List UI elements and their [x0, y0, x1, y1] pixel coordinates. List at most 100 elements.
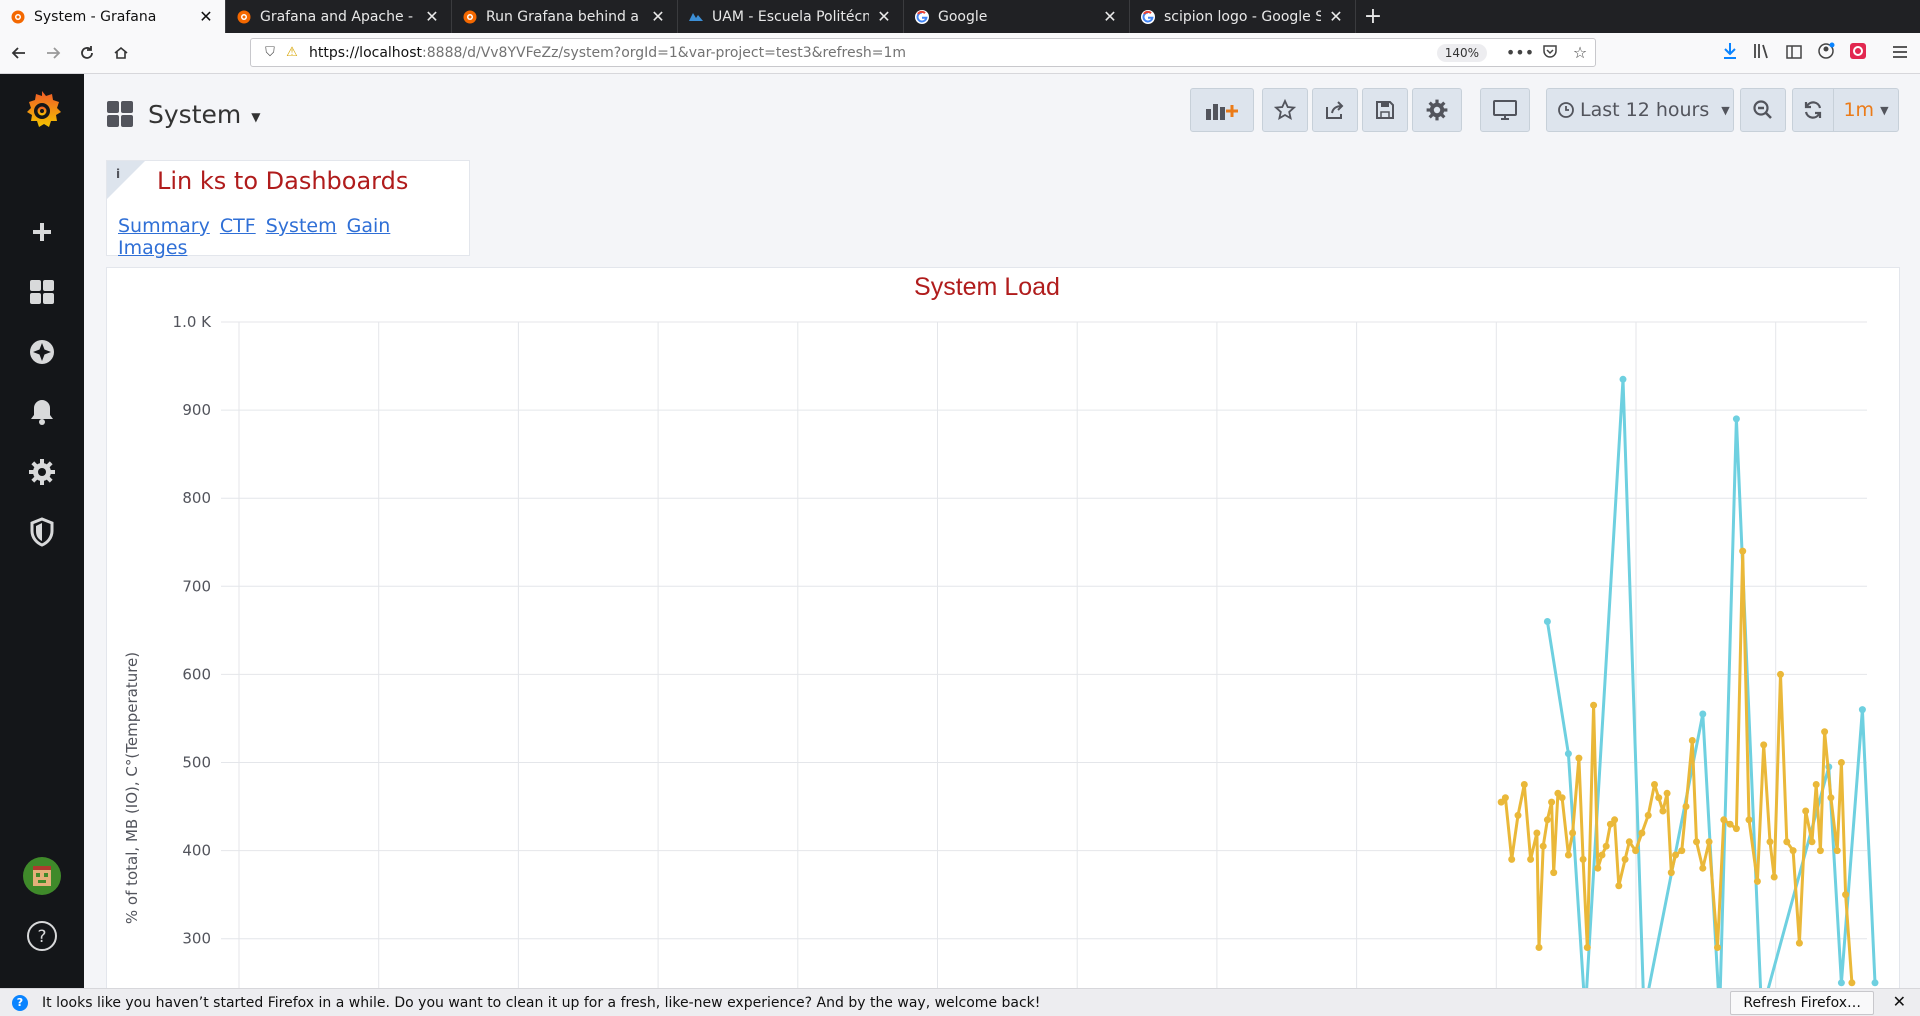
browser-tab[interactable]: Grafana and Apache - Su ✕	[226, 0, 452, 33]
new-tab-icon[interactable]: +	[1356, 0, 1390, 33]
caret-down-icon[interactable]: ▼	[251, 110, 260, 124]
data-point[interactable]	[1789, 847, 1797, 855]
data-point[interactable]	[1543, 816, 1551, 824]
data-point[interactable]	[1842, 891, 1850, 899]
close-tab-icon[interactable]: ✕	[649, 7, 667, 26]
data-point[interactable]	[1611, 816, 1619, 824]
pocket-icon[interactable]	[1535, 43, 1565, 63]
refresh-firefox-button[interactable]: Refresh Firefox…	[1730, 991, 1874, 1015]
data-point[interactable]	[1720, 816, 1728, 824]
data-point[interactable]	[1638, 829, 1646, 837]
bookmark-star-icon[interactable]: ☆	[1565, 43, 1595, 62]
back-icon[interactable]	[2, 37, 36, 69]
browser-tab[interactable]: System - Grafana ✕	[0, 0, 226, 33]
close-tab-icon[interactable]: ✕	[1101, 7, 1119, 26]
panel-info-corner[interactable]	[107, 161, 145, 199]
data-point[interactable]	[1837, 759, 1845, 766]
dashboard-picker[interactable]: System ▼	[106, 94, 260, 134]
data-point[interactable]	[1579, 855, 1587, 863]
data-point[interactable]	[1848, 979, 1856, 987]
share-dashboard-button[interactable]	[1312, 88, 1358, 132]
browser-tab[interactable]: Run Grafana behind a re ✕	[452, 0, 678, 33]
dashboards-icon[interactable]	[22, 272, 62, 312]
data-point[interactable]	[1535, 944, 1543, 951]
data-point[interactable]	[1821, 728, 1829, 736]
data-point[interactable]	[1520, 781, 1528, 788]
data-point[interactable]	[1632, 847, 1640, 855]
forward-icon[interactable]	[36, 37, 70, 69]
series-line[interactable]	[1500, 549, 1854, 983]
data-point[interactable]	[1783, 838, 1791, 846]
close-tab-icon[interactable]: ✕	[875, 7, 893, 26]
dashboard-title[interactable]: System	[148, 100, 241, 129]
data-point[interactable]	[1659, 807, 1667, 815]
account-icon[interactable]	[1810, 42, 1842, 64]
data-point[interactable]	[1705, 838, 1713, 846]
data-point[interactable]	[1699, 710, 1707, 718]
data-point[interactable]	[1816, 847, 1824, 855]
data-point[interactable]	[1688, 737, 1696, 744]
caret-down-icon[interactable]: ▼	[1721, 104, 1729, 117]
data-point[interactable]	[1558, 794, 1566, 802]
data-point[interactable]	[1726, 820, 1734, 828]
data-point[interactable]	[1871, 979, 1879, 987]
info-icon[interactable]: i	[116, 167, 120, 181]
downloads-icon[interactable]	[1714, 42, 1746, 64]
extension-icon[interactable]	[1842, 42, 1874, 64]
data-point[interactable]	[1594, 864, 1602, 872]
link-system[interactable]: System	[266, 215, 337, 237]
data-point[interactable]	[1663, 789, 1671, 797]
data-point[interactable]	[1770, 873, 1778, 881]
data-point[interactable]	[1539, 842, 1547, 850]
link-gain[interactable]: Gain	[347, 215, 391, 237]
data-point[interactable]	[1837, 979, 1845, 987]
data-point[interactable]	[1621, 855, 1629, 863]
data-point[interactable]	[1602, 842, 1610, 850]
data-point[interactable]	[1583, 944, 1591, 951]
tracking-shield-icon[interactable]: ⛉	[259, 45, 281, 60]
data-point[interactable]	[1625, 838, 1633, 846]
sidebar-toggle-icon[interactable]	[1778, 44, 1810, 63]
data-point[interactable]	[1802, 807, 1810, 815]
link-summary[interactable]: Summary	[118, 215, 210, 237]
data-point[interactable]	[1812, 781, 1820, 788]
save-dashboard-button[interactable]	[1362, 88, 1408, 132]
data-point[interactable]	[1745, 816, 1753, 824]
data-point[interactable]	[1672, 851, 1679, 859]
data-point[interactable]	[1760, 741, 1768, 749]
url-bar[interactable]: ⛉ ⚠ https://localhost:8888/d/Vv8YVFeZz/s…	[250, 38, 1596, 67]
data-point[interactable]	[1682, 803, 1690, 810]
data-point[interactable]	[1615, 882, 1623, 890]
data-point[interactable]	[1501, 794, 1509, 802]
data-point[interactable]	[1569, 829, 1577, 837]
data-point[interactable]	[1590, 701, 1598, 709]
data-point[interactable]	[1508, 855, 1516, 863]
refresh-interval-label[interactable]: 1m	[1843, 99, 1874, 121]
data-point[interactable]	[1732, 415, 1740, 423]
data-point[interactable]	[1795, 939, 1803, 947]
data-point[interactable]	[1533, 829, 1541, 837]
data-point[interactable]	[1827, 794, 1835, 802]
insecure-lock-icon[interactable]: ⚠	[281, 45, 303, 60]
data-point[interactable]	[1550, 869, 1558, 877]
data-point[interactable]	[1833, 847, 1841, 855]
data-point[interactable]	[1714, 944, 1721, 951]
data-point[interactable]	[1619, 375, 1627, 383]
shield-icon[interactable]	[22, 512, 62, 552]
data-point[interactable]	[1548, 798, 1556, 806]
data-point[interactable]	[1575, 754, 1583, 762]
help-icon[interactable]: ?	[22, 916, 62, 956]
grafana-logo[interactable]	[20, 88, 64, 132]
page-actions-icon[interactable]: •••	[1505, 43, 1535, 62]
data-point[interactable]	[1527, 855, 1535, 863]
avatar[interactable]	[22, 856, 62, 896]
home-icon[interactable]	[104, 37, 138, 69]
data-point[interactable]	[1753, 877, 1761, 885]
data-point[interactable]	[1777, 670, 1784, 678]
data-point[interactable]	[1699, 864, 1707, 872]
browser-tab[interactable]: scipion logo - Google Sea ✕	[1130, 0, 1356, 33]
url-text[interactable]: https://localhost:8888/d/Vv8YVFeZz/syste…	[309, 45, 1437, 61]
data-point[interactable]	[1564, 750, 1572, 758]
close-tab-icon[interactable]: ✕	[423, 7, 441, 26]
data-point[interactable]	[1598, 851, 1606, 859]
